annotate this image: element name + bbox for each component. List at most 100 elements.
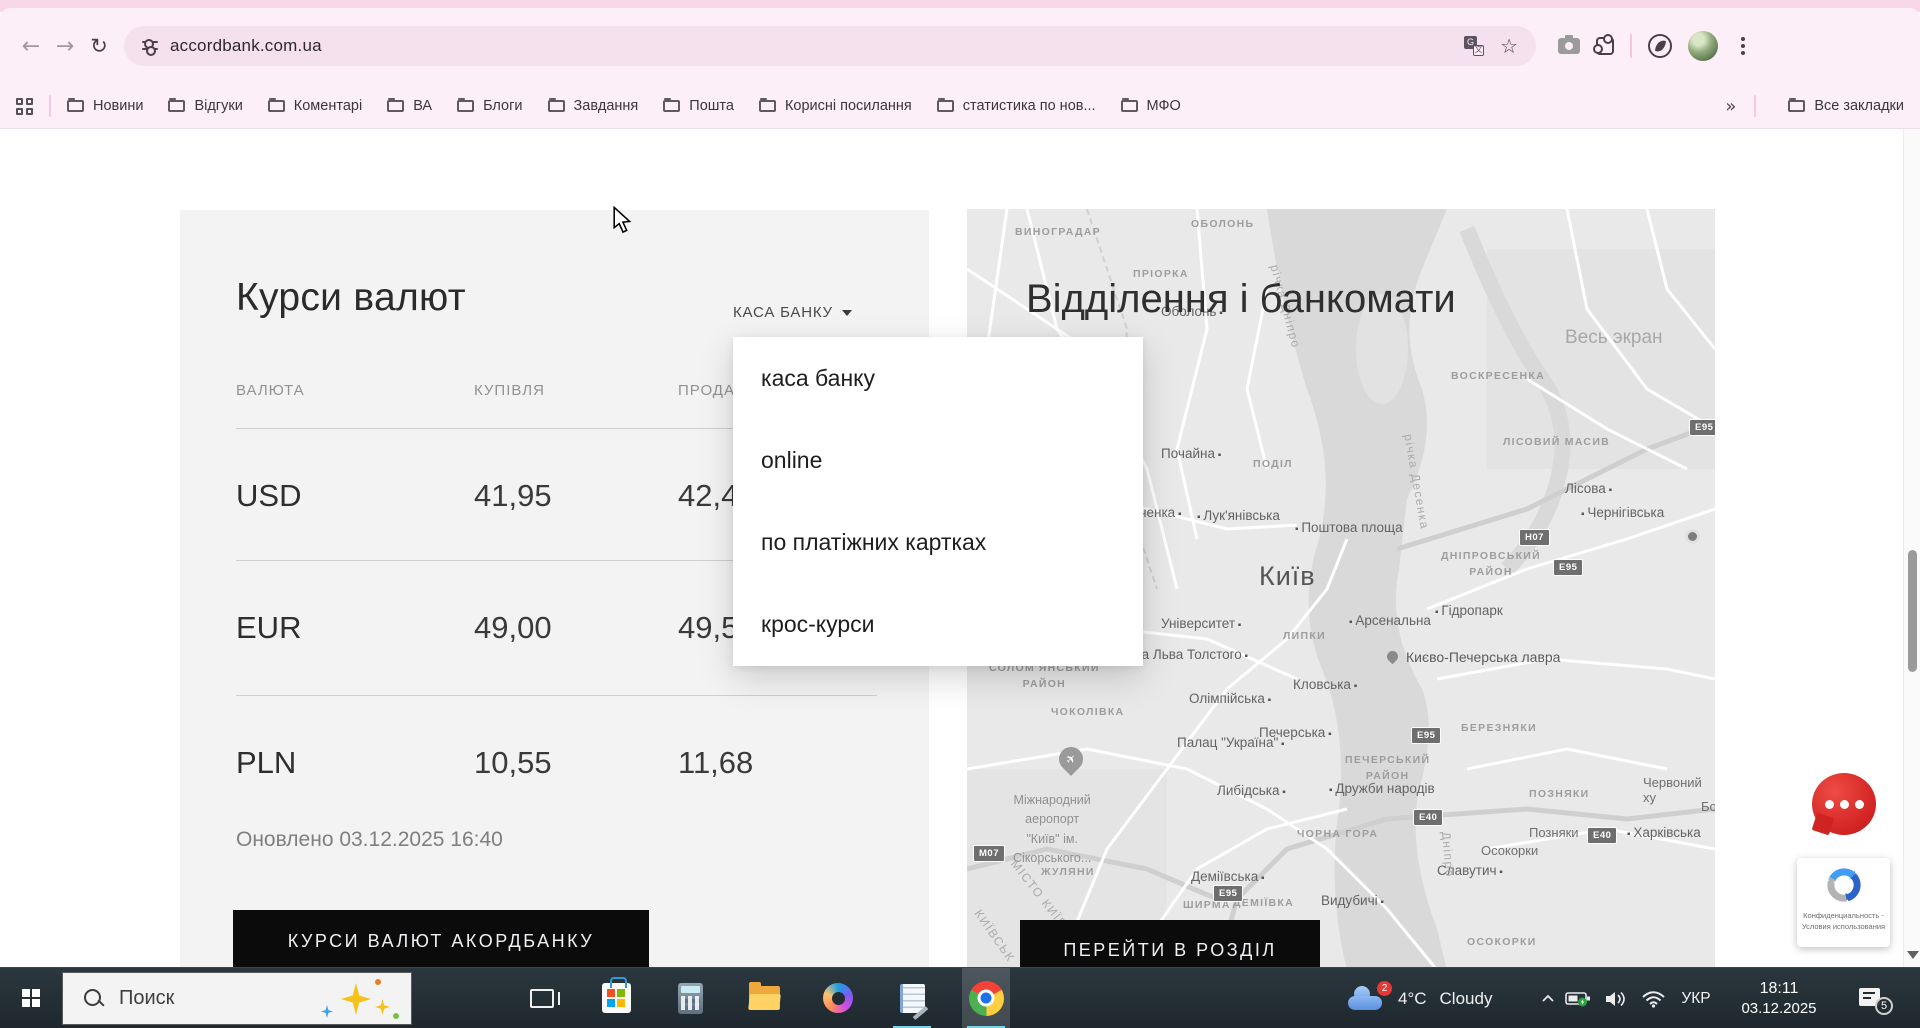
apps-grid-icon[interactable] xyxy=(16,98,33,115)
file-explorer-button[interactable] xyxy=(740,968,788,1028)
bookmark-label: Новини xyxy=(93,98,143,114)
folder-icon xyxy=(387,100,404,112)
map-label: Почайна xyxy=(1161,446,1221,461)
bookmarks-separator xyxy=(49,95,51,117)
translate-icon[interactable]: G文 xyxy=(1464,36,1484,56)
bookmark-star-icon[interactable]: ☆ xyxy=(1500,34,1518,58)
taskbar-weather[interactable]: 2 4°C Cloudy xyxy=(1348,968,1492,1028)
map-fullscreen-control[interactable]: Весь экран xyxy=(1565,327,1663,349)
dropdown-item[interactable]: online xyxy=(733,419,1143,501)
recaptcha-logo-icon xyxy=(1823,864,1865,906)
map-label: Харківська xyxy=(1627,825,1701,840)
weather-temp: 4°C xyxy=(1398,989,1427,1009)
map-label: Видубичі xyxy=(1321,893,1384,908)
taskbar-search[interactable] xyxy=(62,972,412,1025)
bookmark-label: ВА xyxy=(413,98,432,114)
search-input[interactable] xyxy=(119,987,269,1010)
tray-battery[interactable] xyxy=(1562,968,1594,1028)
map-label: Либідська xyxy=(1217,783,1286,798)
browser-menu-icon[interactable] xyxy=(1734,35,1752,57)
extensions-icon[interactable] xyxy=(1596,37,1614,55)
dropdown-item[interactable]: крос-курси xyxy=(733,583,1143,665)
dropdown-item[interactable]: каса банку xyxy=(733,337,1143,419)
weather-text: 4°C Cloudy xyxy=(1398,989,1492,1009)
scrollbar-down-arrow[interactable] xyxy=(1907,951,1919,959)
speaker-icon xyxy=(1604,990,1627,1008)
store-button[interactable] xyxy=(592,968,640,1028)
copilot-sparkle-icon xyxy=(341,983,371,1015)
map-label: ПОДІЛ xyxy=(1253,457,1293,473)
sparkle-dot-green xyxy=(393,1013,399,1019)
bookmark-folder[interactable]: ВА xyxy=(387,98,432,114)
tray-notifications[interactable]: 5 xyxy=(1848,968,1896,1028)
map-label: Кловська xyxy=(1293,677,1357,692)
chevron-up-icon xyxy=(1541,994,1555,1004)
chrome-icon xyxy=(969,981,1004,1016)
copilot-button[interactable] xyxy=(814,968,862,1028)
task-view-button[interactable] xyxy=(518,968,566,1028)
forward-icon[interactable]: → xyxy=(48,29,82,63)
rates-section-button[interactable]: КУРСИ ВАЛЮТ АКОРДБАНКУ xyxy=(233,910,649,972)
reload-icon[interactable]: ↻ xyxy=(82,29,116,63)
bookmark-folder[interactable]: Пошта xyxy=(663,98,734,114)
sparkle-blue-icon xyxy=(321,1005,333,1018)
bookmark-folder[interactable]: Коментарі xyxy=(268,98,362,114)
chrome-button[interactable] xyxy=(962,968,1010,1028)
dropdown-item[interactable]: по платіжних картках xyxy=(733,501,1143,583)
map-label: Гідропарк xyxy=(1435,603,1503,618)
rates-mode-selector[interactable]: КАСА БАНКУ xyxy=(733,304,852,321)
tray-volume[interactable] xyxy=(1600,968,1630,1028)
folder-icon xyxy=(1788,100,1805,112)
file-explorer-icon xyxy=(749,986,780,1010)
scrollbar-thumb[interactable] xyxy=(1908,550,1917,672)
all-bookmarks-button[interactable]: Все закладки xyxy=(1788,98,1904,114)
map-label: ПОЗНЯКИ xyxy=(1529,787,1589,803)
rates-title: Курси валют xyxy=(236,276,466,320)
map-section-title: Відділення і банкомати xyxy=(1026,277,1456,322)
map-label: ЛІСОВИЙ МАСИВ xyxy=(1503,435,1610,451)
tray-chevron-button[interactable] xyxy=(1536,968,1560,1028)
notification-icon: 5 xyxy=(1859,987,1885,1011)
weather-alert-badge: 2 xyxy=(1377,981,1392,996)
bookmark-folder[interactable]: Відгуки xyxy=(168,98,242,114)
map-label: E95 xyxy=(1213,885,1243,902)
folder-icon xyxy=(937,100,954,112)
bookmark-folder[interactable]: МФО xyxy=(1121,98,1181,114)
bookmark-folder[interactable]: Блоги xyxy=(457,98,522,114)
map-label: Лук'янівська xyxy=(1197,508,1280,523)
start-button[interactable] xyxy=(0,968,62,1028)
calculator-button[interactable] xyxy=(666,968,714,1028)
url-text[interactable]: accordbank.com.ua xyxy=(170,36,322,56)
map-label: E95 xyxy=(1553,559,1583,576)
map-label: ЖУЛЯНИ xyxy=(1041,865,1095,881)
chat-widget-button[interactable] xyxy=(1812,773,1878,837)
page-scrollbar[interactable] xyxy=(1903,129,1920,967)
camera-icon[interactable] xyxy=(1558,38,1580,54)
bookmarks-overflow-icon[interactable]: » xyxy=(1725,96,1736,117)
bookmark-folder[interactable]: статистика по нов... xyxy=(937,98,1096,114)
bookmark-folder[interactable]: Завдання xyxy=(548,98,639,114)
bookmark-folder[interactable]: Корисні посилання xyxy=(759,98,912,114)
map-label: ВИНОГРАДАР xyxy=(1015,225,1101,241)
profile-avatar[interactable] xyxy=(1688,31,1718,61)
buy-value: 41,95 xyxy=(474,478,552,514)
tray-language[interactable]: УКР xyxy=(1674,968,1718,1028)
recaptcha-badge[interactable]: Конфиденциальность - Условия использован… xyxy=(1797,858,1890,947)
bookmark-folder[interactable]: Новини xyxy=(67,98,143,114)
back-icon[interactable]: ← xyxy=(14,29,48,63)
tray-clock[interactable]: 18:11 03.12.2025 xyxy=(1724,968,1834,1028)
map-label: БЕРЕЗНЯКИ xyxy=(1461,721,1537,737)
folder-icon xyxy=(548,100,565,112)
notepad-button[interactable] xyxy=(888,968,936,1028)
map-label: Чернігівська xyxy=(1581,505,1664,520)
folder-icon xyxy=(663,100,680,112)
tray-network[interactable] xyxy=(1638,968,1668,1028)
performance-leaf-icon[interactable] xyxy=(1648,34,1672,58)
bookmark-label: Корисні посилання xyxy=(785,98,912,114)
sell-value: 42,4 xyxy=(678,478,738,514)
taskbar-apps xyxy=(518,968,1010,1028)
site-controls-icon[interactable] xyxy=(142,36,162,56)
address-bar[interactable]: accordbank.com.ua G文 ☆ xyxy=(124,26,1536,66)
map-label: ЧОКОЛІВКА xyxy=(1051,705,1124,721)
map-section-button[interactable]: ПЕРЕЙТИ В РОЗДІЛ xyxy=(1020,920,1320,970)
